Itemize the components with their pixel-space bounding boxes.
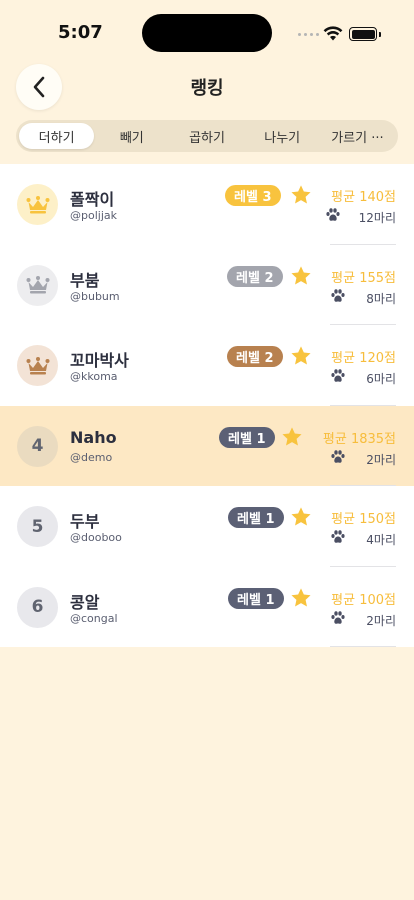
- dynamic-island: [142, 14, 272, 52]
- ranking-row[interactable]: 6 콩알 @congal 레벨 1 평균 100점 2마리: [0, 566, 414, 647]
- row-divider: [330, 646, 396, 647]
- paw-icon: [326, 208, 340, 221]
- pet-count: 4마리: [366, 533, 396, 547]
- pet-count: 8마리: [366, 291, 396, 306]
- average-score: 평균 140점: [331, 190, 396, 205]
- status-bar: 5:07: [0, 0, 414, 60]
- player-name: 부붐: [70, 270, 100, 290]
- player-handle: @dooboo: [70, 531, 122, 544]
- status-time: 5:07: [58, 22, 103, 43]
- level-badge: 레벨 1: [228, 587, 284, 609]
- level-badge: 레벨 1: [228, 507, 284, 528]
- level-badge: 레벨 2: [227, 346, 283, 367]
- player-handle: @demo: [70, 450, 113, 464]
- crown-icon: [26, 356, 49, 374]
- ranking-row[interactable]: 5 두부 @dooboo 레벨 1 평균 150점 4마리: [0, 486, 414, 567]
- ranking-row[interactable]: 꼬마박사 @kkoma 레벨 2 평균 120점 6마리: [0, 325, 414, 406]
- player-handle: @bubum: [70, 289, 120, 303]
- crown-icon: [26, 195, 49, 213]
- wifi-icon: [323, 26, 343, 41]
- ranking-row[interactable]: 폴짝이 @poljjak 레벨 3 평균 140점 12마리: [0, 164, 414, 245]
- player-name: 콩알: [70, 592, 100, 612]
- rank-medal: [17, 184, 58, 225]
- tab-subtraction[interactable]: 빼기: [94, 123, 169, 149]
- average-score: 평균 1835점: [322, 431, 396, 447]
- ranking-row[interactable]: 부붐 @bubum 레벨 2 평균 155점 8마리: [0, 244, 414, 325]
- player-name: Naho: [70, 427, 117, 447]
- star-icon: [282, 426, 302, 446]
- ranking-screen: 5:07 랭킹 더하기 빼기 곱하기 나누기 가르기 ··· 폴짝이 @poljj…: [0, 0, 414, 900]
- ranking-row[interactable]: 4 Naho @demo 레벨 1 평균 1835점 2마리: [0, 405, 414, 486]
- player-name: 폴짝이: [70, 190, 115, 209]
- paw-icon: [331, 530, 345, 543]
- rank-number: 5: [17, 506, 58, 547]
- star-icon: [291, 507, 311, 526]
- pet-count: 6마리: [366, 372, 396, 386]
- rank-number: 4: [17, 425, 58, 467]
- paw-icon: [331, 610, 345, 624]
- average-score: 평균 120점: [331, 351, 396, 366]
- tab-multiplication[interactable]: 곱하기: [169, 123, 244, 149]
- pet-count: 2마리: [366, 613, 396, 628]
- paw-icon: [331, 288, 345, 302]
- level-badge: 레벨 3: [225, 185, 281, 206]
- rank-number: 6: [17, 586, 58, 628]
- tab-decomposition[interactable]: 가르기 ···: [320, 123, 395, 149]
- pet-count: 12마리: [358, 211, 396, 225]
- ranking-list: 폴짝이 @poljjak 레벨 3 평균 140점 12마리부붐 @bubum 레벨 2 평균…: [0, 164, 414, 647]
- level-badge: 레벨 1: [219, 426, 275, 448]
- rank-medal: [17, 345, 58, 386]
- star-icon: [291, 265, 311, 285]
- level-badge: 레벨 2: [227, 265, 283, 287]
- average-score: 평균 150점: [331, 512, 396, 527]
- star-icon: [291, 346, 311, 365]
- player-name: 두부: [70, 512, 100, 531]
- operation-tabs: 더하기 빼기 곱하기 나누기 가르기 ···: [16, 120, 398, 152]
- player-handle: @congal: [70, 611, 118, 625]
- crown-icon: [26, 276, 49, 294]
- star-icon: [291, 185, 311, 204]
- pet-count: 2마리: [366, 452, 396, 467]
- tab-addition[interactable]: 더하기: [19, 123, 95, 149]
- average-score: 평균 100점: [331, 592, 396, 608]
- player-handle: @poljjak: [70, 209, 117, 222]
- star-icon: [291, 587, 311, 607]
- battery-icon: [349, 27, 381, 41]
- page-title: 랭킹: [190, 78, 224, 99]
- player-name: 꼬마박사: [70, 351, 129, 370]
- paw-icon: [331, 369, 345, 382]
- tab-division[interactable]: 나누기: [245, 123, 320, 149]
- paw-icon: [331, 449, 345, 463]
- cellular-signal-icon: [298, 33, 319, 36]
- player-handle: @kkoma: [70, 370, 118, 383]
- rank-medal: [17, 264, 58, 306]
- average-score: 평균 155점: [331, 270, 396, 286]
